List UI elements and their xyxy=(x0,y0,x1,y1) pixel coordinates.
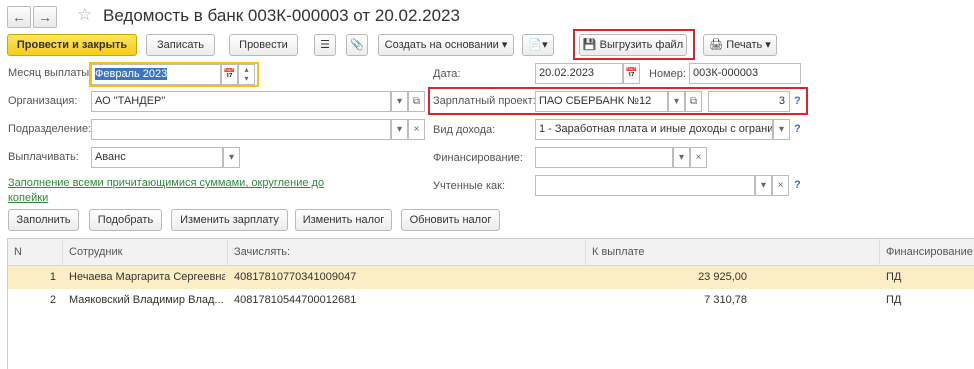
financing: ПД xyxy=(886,294,902,306)
update-tax-button[interactable]: Обновить налог xyxy=(401,209,500,231)
month-label: Месяц выплаты: xyxy=(8,67,93,79)
arrow-right-icon: → xyxy=(38,9,52,25)
list-icon[interactable]: ☰ xyxy=(314,34,336,56)
help-icon[interactable]: ? xyxy=(794,123,801,135)
dropdown-icon[interactable]: ▾ xyxy=(668,91,685,112)
dropdown-icon[interactable]: ▾ xyxy=(673,147,690,168)
pay-input[interactable]: Аванс xyxy=(91,147,223,168)
dropdown-icon[interactable]: ▾ xyxy=(391,119,408,140)
fill-button[interactable]: Заполнить xyxy=(8,209,79,231)
column-header-employee[interactable]: Сотрудник xyxy=(63,239,228,266)
print-label: Печать xyxy=(726,39,763,51)
accounted-input[interactable] xyxy=(535,175,755,196)
organization-input[interactable]: АО "ТАНДЕР" xyxy=(91,91,391,112)
month-input[interactable]: Февраль 2023 xyxy=(91,64,221,85)
create-based-on-label: Создать на основании xyxy=(384,39,499,51)
amount: 23 925,00 xyxy=(698,271,747,283)
pay-label: Выплачивать: xyxy=(8,151,79,163)
number-label: Номер: xyxy=(649,68,686,80)
change-salary-button[interactable]: Изменить зарплату xyxy=(171,209,288,231)
income-input[interactable]: 1 - Заработная плата и иные доходы с огр… xyxy=(535,119,773,140)
fill-all-link[interactable]: Заполнение всеми причитающимися суммами,… xyxy=(8,176,328,206)
column-header-amount[interactable]: К выплате xyxy=(586,239,880,266)
dropdown-icon[interactable]: ▾ xyxy=(755,175,772,196)
column-header-financing[interactable]: Финансирование xyxy=(880,239,974,266)
export-file-label: Выгрузить файл xyxy=(599,39,684,51)
export-file-button[interactable]: 💾 Выгрузить файл xyxy=(579,34,687,56)
paperclip-icon[interactable]: 📎 xyxy=(346,34,368,56)
amount: 7 310,78 xyxy=(704,294,747,306)
organization-label: Организация: xyxy=(8,95,78,107)
row-number: 2 xyxy=(49,294,56,306)
change-tax-button[interactable]: Изменить налог xyxy=(295,209,392,231)
calendar-icon[interactable]: 📅 xyxy=(623,63,640,84)
open-icon[interactable]: ⧉ xyxy=(685,91,702,112)
month-value: Февраль 2023 xyxy=(95,68,168,80)
table-row[interactable]: 1 Нечаева Маргарита Сергеевна 4081781077… xyxy=(8,266,974,289)
column-header-account[interactable]: Зачислять: xyxy=(228,239,586,266)
account-number: 40817810544700012681 xyxy=(234,294,357,306)
star-icon[interactable]: ☆ xyxy=(77,5,92,25)
date-label: Дата: xyxy=(433,68,461,80)
accounted-label: Учтенные как: xyxy=(433,180,506,192)
post-and-close-button[interactable]: Провести и закрыть xyxy=(7,34,137,56)
document-icon: 📄 xyxy=(528,39,543,51)
arrow-left-icon: ← xyxy=(12,9,26,25)
forward-button[interactable]: → xyxy=(33,6,57,28)
clear-icon[interactable]: × xyxy=(408,119,425,140)
salary-project-count[interactable]: 3 xyxy=(708,91,790,112)
help-icon[interactable]: ? xyxy=(794,179,801,191)
income-label: Вид дохода: xyxy=(433,124,496,136)
dropdown-icon[interactable]: ▾ xyxy=(391,91,408,112)
salary-project-input[interactable]: ПАО СБЕРБАНК №12 xyxy=(535,91,668,112)
back-button[interactable]: ← xyxy=(7,6,31,28)
create-based-on-button[interactable]: Создать на основании ▾ xyxy=(378,34,514,56)
salary-project-label: Зарплатный проект: xyxy=(433,95,536,107)
help-icon[interactable]: ? xyxy=(794,95,801,107)
row-number: 1 xyxy=(49,271,56,283)
table-row[interactable]: 2 Маяковский Владимир Влад... 4081781054… xyxy=(8,289,974,312)
employees-table[interactable]: N Сотрудник Зачислять: К выплате Финанси… xyxy=(7,238,974,369)
financing-input[interactable] xyxy=(535,147,673,168)
number-input[interactable]: 003К-000003 xyxy=(689,63,801,84)
employee-name: Нечаева Маргарита Сергеевна xyxy=(69,271,225,283)
page-title: Ведомость в банк 003К-000003 от 20.02.20… xyxy=(103,6,460,25)
dropdown-icon[interactable]: ▾ xyxy=(773,119,790,140)
post-button[interactable]: Провести xyxy=(229,34,298,56)
printer-icon: 🖨 xyxy=(709,39,724,51)
subdivision-label: Подразделение: xyxy=(8,123,92,135)
table-header: N Сотрудник Зачислять: К выплате Финанси… xyxy=(8,239,974,266)
subdivision-input[interactable] xyxy=(91,119,391,140)
export-icon: 💾 xyxy=(582,39,597,51)
clear-icon[interactable]: × xyxy=(772,175,789,196)
open-icon[interactable]: ⧉ xyxy=(408,91,425,112)
employee-name: Маяковский Владимир Влад... xyxy=(69,294,224,306)
dropdown-icon[interactable]: ▾ xyxy=(223,147,240,168)
column-header-n[interactable]: N xyxy=(8,239,63,266)
financing-label: Финансирование: xyxy=(433,152,523,164)
financing: ПД xyxy=(886,271,902,283)
save-button[interactable]: Записать xyxy=(146,34,215,56)
account-number: 40817810770341009047 xyxy=(234,271,357,283)
document-options-button[interactable]: 📄▾ xyxy=(522,34,554,56)
clear-icon[interactable]: × xyxy=(690,147,707,168)
print-button[interactable]: 🖨 Печать ▾ xyxy=(703,34,777,56)
month-spin-buttons[interactable]: ▴ ▾ xyxy=(238,64,255,85)
calendar-icon[interactable]: 📅 xyxy=(221,64,238,85)
select-button[interactable]: Подобрать xyxy=(89,209,162,231)
date-input[interactable]: 20.02.2023 xyxy=(535,63,623,84)
